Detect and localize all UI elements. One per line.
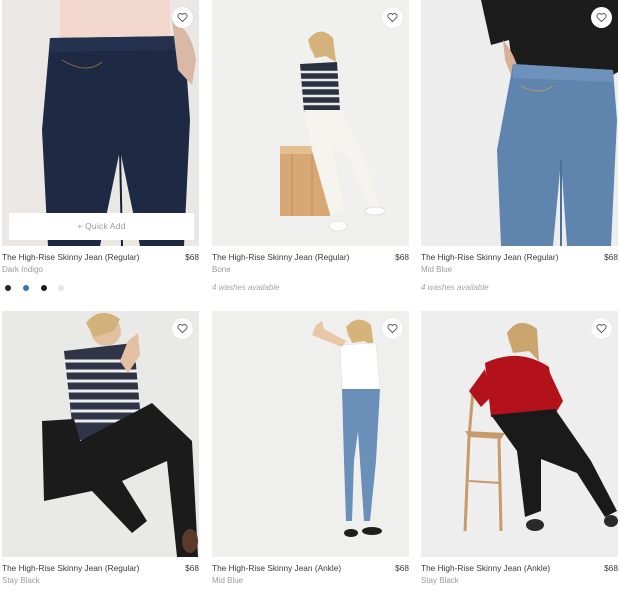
swatch-dark-indigo[interactable]: [5, 285, 11, 291]
product-card[interactable]: The High-Rise Skinny Jean (Ankle) $68 St…: [421, 311, 618, 585]
product-color: Dark Indigo: [2, 265, 43, 274]
favorite-heart-button[interactable]: [172, 7, 193, 28]
product-card[interactable]: The High-Rise Skinny Jean (Regular) $68 …: [421, 0, 618, 292]
product-card[interactable]: The High-Rise Skinny Jean (Regular) $68 …: [212, 0, 409, 292]
product-price: $68: [604, 252, 618, 262]
heart-icon: [387, 324, 398, 334]
product-photo: [421, 311, 618, 557]
favorite-heart-button[interactable]: [382, 318, 403, 339]
product-name[interactable]: The High-Rise Skinny Jean (Regular): [212, 252, 349, 262]
product-color: Stay Black: [421, 576, 459, 585]
product-price: $68: [395, 563, 409, 573]
washes-available-note: 4 washes available: [421, 283, 489, 292]
product-price: $68: [185, 252, 199, 262]
swatch-bone[interactable]: [58, 285, 64, 291]
swatch-black[interactable]: [41, 285, 47, 291]
product-price: $68: [604, 563, 618, 573]
favorite-heart-button[interactable]: [591, 318, 612, 339]
product-price: $68: [185, 563, 199, 573]
product-card[interactable]: The High-Rise Skinny Jean (Ankle) $68 Mi…: [212, 311, 409, 585]
product-image[interactable]: [212, 0, 409, 246]
product-photo: [212, 311, 409, 557]
product-name[interactable]: The High-Rise Skinny Jean (Regular): [2, 563, 139, 573]
product-color: Mid Blue: [421, 265, 453, 274]
product-name[interactable]: The High-Rise Skinny Jean (Ankle): [421, 563, 550, 573]
product-card[interactable]: The High-Rise Skinny Jean (Regular) $68 …: [2, 311, 199, 585]
product-name[interactable]: The High-Rise Skinny Jean (Regular): [421, 252, 558, 262]
product-name[interactable]: The High-Rise Skinny Jean (Regular): [2, 252, 139, 262]
heart-icon: [177, 13, 188, 23]
product-photo: [2, 0, 199, 246]
product-color: Bone: [212, 265, 231, 274]
heart-icon: [387, 13, 398, 23]
favorite-heart-button[interactable]: [172, 318, 193, 339]
product-image[interactable]: [421, 311, 618, 557]
product-color: Mid Blue: [212, 576, 244, 585]
product-photo: [421, 0, 618, 246]
product-color: Stay Black: [2, 576, 40, 585]
product-card[interactable]: + Quick Add The High-Rise Skinny Jean (R…: [2, 0, 199, 291]
quick-add-button[interactable]: + Quick Add: [9, 213, 194, 240]
product-image[interactable]: [212, 311, 409, 557]
product-name[interactable]: The High-Rise Skinny Jean (Ankle): [212, 563, 341, 573]
heart-icon: [596, 13, 607, 23]
product-photo: [2, 311, 199, 557]
favorite-heart-button[interactable]: [382, 7, 403, 28]
product-image[interactable]: [421, 0, 618, 246]
favorite-heart-button[interactable]: [591, 7, 612, 28]
swatch-mid-blue[interactable]: [23, 285, 29, 291]
heart-icon: [596, 324, 607, 334]
product-image[interactable]: [2, 311, 199, 557]
washes-available-note: 4 washes available: [212, 283, 280, 292]
heart-icon: [177, 324, 188, 334]
product-price: $68: [395, 252, 409, 262]
product-image[interactable]: + Quick Add: [2, 0, 199, 246]
product-photo: [212, 0, 409, 246]
